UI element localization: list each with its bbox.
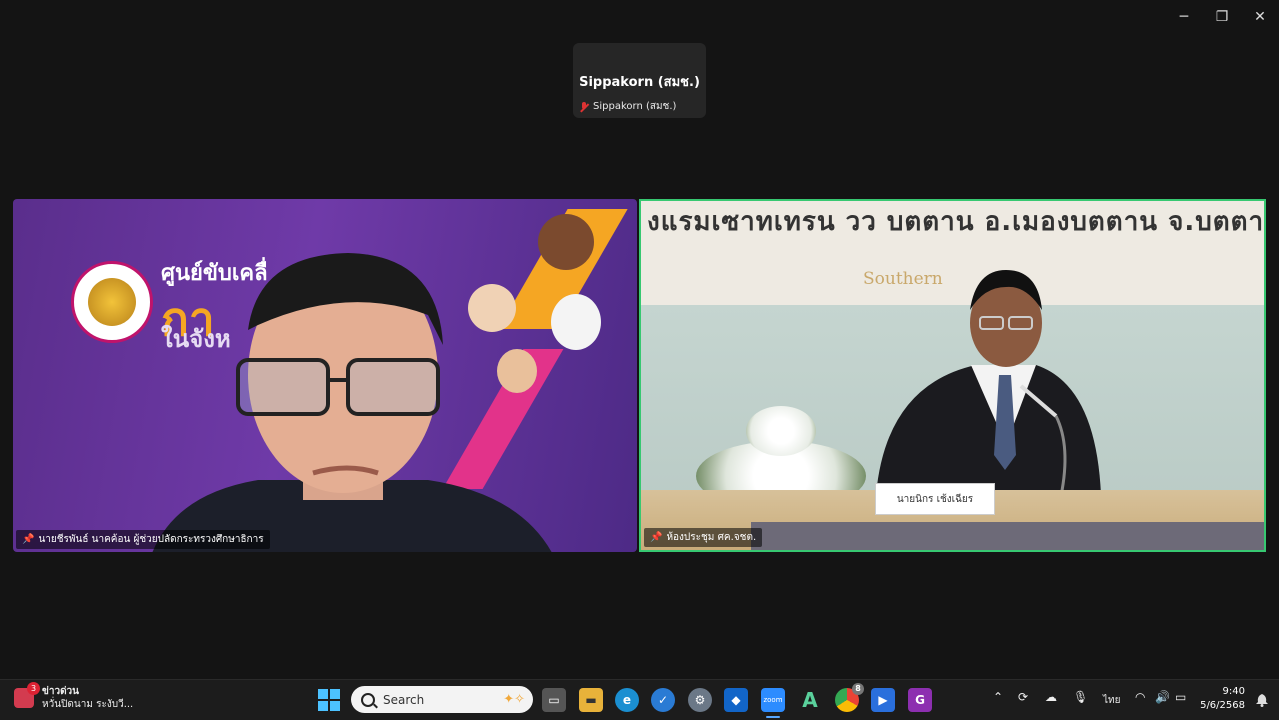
restore-button[interactable]: ❐ (1203, 0, 1241, 34)
news-subtitle: หวั่นปิดนาม ระงับวี... (42, 699, 134, 710)
participant-label-text: Sippakorn (สมช.) (593, 101, 677, 112)
battery-icon[interactable]: ▭ (1175, 690, 1186, 704)
video-player-icon[interactable]: ▶ (871, 688, 895, 712)
copilot-sparkle-icon: ✦✧ (503, 692, 525, 707)
speaker-video-left (152, 253, 552, 552)
participant-tile-sippakorn[interactable]: Sippakorn (สมช.) Sippakorn (สมช.) (573, 43, 706, 118)
wifi-icon[interactable]: ◠ (1135, 690, 1145, 704)
clock-date: 5/6/2568 (1200, 700, 1245, 711)
mic-muted-icon (579, 101, 589, 112)
onedrive-cloud-icon[interactable]: ☁ (1045, 690, 1057, 704)
microphone (1019, 384, 1091, 504)
news-title: ข่าวด่วน (42, 686, 80, 697)
news-icon: 3 (14, 682, 40, 708)
window-controls: ─ ❐ ✕ (1165, 0, 1279, 34)
zoom-label: zoom (763, 696, 783, 704)
minimize-button[interactable]: ─ (1165, 0, 1203, 34)
volume-icon[interactable]: 🔊 (1155, 690, 1170, 704)
nameplate: นายนิกร เช้งเฉียร (875, 483, 995, 515)
participant-display-name: Sippakorn (สมช.) (579, 75, 700, 90)
file-explorer-icon[interactable]: ▬ (579, 688, 603, 712)
edge-icon[interactable]: e (615, 688, 639, 712)
notification-bell-icon[interactable] (1255, 692, 1269, 707)
participant-label-text: ห้องประชุม ศค.จชต. (666, 532, 757, 543)
search-box[interactable]: Search ✦✧ (351, 686, 533, 713)
sign-text: งแรมเซาทเทรน วว บตตาน อ.เมองบตตาน จ.บตตา (647, 207, 1265, 237)
close-button[interactable]: ✕ (1241, 0, 1279, 34)
clock-time: 9:40 (1222, 686, 1245, 697)
chrome-icon[interactable]: 8 (835, 683, 864, 712)
news-badge: 3 (27, 682, 40, 695)
taskbar: 3 ข่าวด่วน หวั่นปิดนาม ระงับวี... Search… (0, 679, 1279, 720)
pin-icon: 📌 (650, 532, 663, 543)
news-widget[interactable]: 3 ข่าวด่วน หวั่นปิดนาม ระงับวี... (14, 682, 134, 711)
chrome-badge: 8 (852, 683, 864, 695)
copilot-icon[interactable]: ✓ (651, 688, 675, 712)
search-placeholder: Search (383, 692, 425, 707)
pdf-app-icon[interactable]: G (908, 688, 932, 712)
clock[interactable]: 9:40 5/6/2568 (1200, 685, 1245, 713)
participant-name-label: Sippakorn (สมช.) (579, 99, 676, 114)
language-indicator[interactable]: ไทย (1103, 693, 1120, 708)
participant-name-label: 📌 นายชีรพันธ์ นาคค้อน ผู้ช่วยปลัดกระทรวง… (16, 530, 270, 549)
video-tile-right-active-speaker[interactable]: งแรมเซาทเทรน วว บตตาน อ.เมองบตตาน จ.บตตา… (639, 199, 1266, 552)
microphone-icon[interactable]: 🎙 (1073, 690, 1088, 704)
participant-name-label: 📌 ห้องประชุม ศค.จชต. (644, 528, 763, 547)
chevron-up-icon[interactable]: ⌃ (993, 690, 1003, 704)
pin-icon: 📌 (22, 534, 35, 545)
sync-icon[interactable]: ⟳ (1018, 690, 1028, 704)
defender-shield-icon[interactable]: ◆ (724, 688, 748, 712)
start-button[interactable] (318, 689, 340, 711)
settings-gear-icon[interactable]: ⚙ (688, 688, 712, 712)
task-view-icon[interactable]: ▭ (542, 688, 566, 712)
zoom-icon[interactable]: zoom (761, 688, 785, 718)
video-tile-left[interactable]: ศูนย์ขับเคลื่ กา ในจังห 📌 นายชีรพันธ์ นา… (13, 199, 637, 552)
app-a-icon[interactable]: A (798, 688, 822, 712)
search-icon (361, 692, 375, 707)
participant-label-text: นายชีรพันธ์ นาคค้อน ผู้ช่วยปลัดกระทรวงศึ… (38, 534, 264, 545)
